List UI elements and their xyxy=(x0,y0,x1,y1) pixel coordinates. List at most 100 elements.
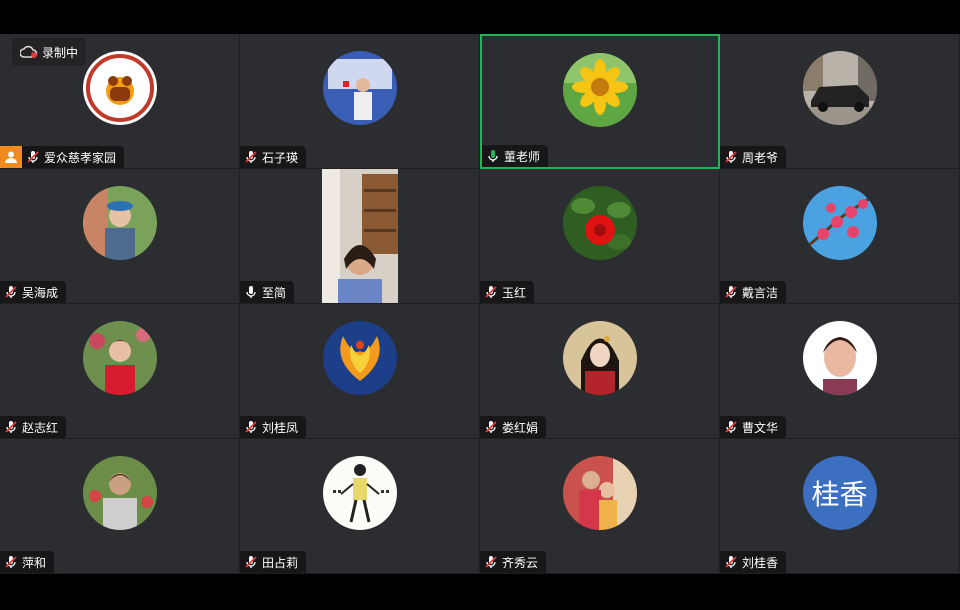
nameplate: 至简 xyxy=(240,281,295,303)
photo-presenter xyxy=(322,51,397,125)
avatar xyxy=(802,51,877,125)
participant-name: 吴海成 xyxy=(22,285,59,300)
mic-muted-icon xyxy=(5,286,17,298)
mic-muted-icon xyxy=(485,421,497,433)
participant-name: 齐秀云 xyxy=(502,555,539,570)
mic-muted-icon xyxy=(485,286,497,298)
mic-active-icon xyxy=(488,150,498,162)
person-icon xyxy=(5,151,17,163)
nameplate: 娄红娟 xyxy=(480,416,547,438)
participant-name: 周老爷 xyxy=(742,150,779,165)
participant-name: 田占莉 xyxy=(262,555,299,570)
photo-calligraphy-figure xyxy=(322,456,397,530)
participant-tile[interactable]: 田占莉 xyxy=(240,439,480,574)
mic-muted-icon xyxy=(725,556,737,568)
nameplate: 赵志红 xyxy=(0,416,67,438)
mic-icon xyxy=(246,286,256,298)
mic-muted-icon xyxy=(5,556,17,568)
participant-tile-video[interactable]: 至简 xyxy=(240,169,480,304)
cloud-record-icon xyxy=(20,45,38,58)
participant-tile[interactable]: 石子瑛 xyxy=(240,34,480,169)
nameplate: 曹文华 xyxy=(720,416,787,438)
photo-car xyxy=(802,51,877,125)
photo-grandma-child xyxy=(562,456,637,530)
photo-elderly-woman xyxy=(802,321,877,395)
mic-muted-icon xyxy=(725,151,737,163)
nameplate: 吴海成 xyxy=(0,281,67,303)
mic-muted-icon xyxy=(245,421,257,433)
participant-name: 娄红娟 xyxy=(502,420,539,435)
participant-tile[interactable]: 刘桂凤 xyxy=(240,304,480,439)
participant-tile[interactable]: 吴海成 xyxy=(0,169,240,304)
avatar xyxy=(562,321,637,395)
avatar xyxy=(562,186,637,260)
avatar xyxy=(82,51,157,125)
mic-muted-icon xyxy=(245,556,257,568)
mic-muted-icon xyxy=(725,286,737,298)
nameplate: 刘桂凤 xyxy=(240,416,307,438)
video-frame xyxy=(322,169,398,303)
participant-tile[interactable]: 周老爷 xyxy=(720,34,960,169)
participant-tile[interactable]: 曹文华 xyxy=(720,304,960,439)
avatar xyxy=(82,186,157,260)
participant-name: 曹文华 xyxy=(742,420,779,435)
mic-muted-icon xyxy=(27,151,39,163)
participant-name: 戴言洁 xyxy=(742,285,779,300)
participant-tile[interactable]: 戴言洁 xyxy=(720,169,960,304)
participant-tile[interactable]: 萍和 xyxy=(0,439,240,574)
photo-woman-red xyxy=(82,321,157,395)
photo-phoenix xyxy=(322,321,397,395)
nameplate: 齐秀云 xyxy=(480,551,547,573)
host-badge xyxy=(0,146,22,168)
photo-man-hat xyxy=(82,186,157,260)
participant-tile-speaking[interactable]: 董老师 xyxy=(480,34,720,169)
participant-tile[interactable]: 玉红 xyxy=(480,169,720,304)
nameplate: 萍和 xyxy=(0,551,55,573)
photo-woman-garden xyxy=(82,456,157,530)
participant-tile[interactable]: 娄红娟 xyxy=(480,304,720,439)
photo-blossom xyxy=(802,186,877,260)
logo-image xyxy=(82,51,157,125)
avatar xyxy=(802,321,877,395)
avatar xyxy=(322,456,397,530)
participant-name: 刘桂香 xyxy=(742,555,779,570)
recording-indicator[interactable]: 录制中 xyxy=(12,38,87,66)
avatar xyxy=(82,456,157,530)
nameplate: 周老爷 xyxy=(720,146,787,168)
participant-name: 爱众慈孝家园 xyxy=(44,150,117,165)
recording-label: 录制中 xyxy=(42,45,79,60)
avatar xyxy=(563,53,637,127)
mic-muted-icon xyxy=(245,151,257,163)
photo-sunflower xyxy=(563,53,637,127)
mic-muted-icon xyxy=(5,421,17,433)
participant-grid: 爱众慈孝家园 石子瑛 董老师 周老爷 吴海成 至简 玉红 戴言洁 赵志红 刘桂凤… xyxy=(0,34,960,574)
nameplate: 石子瑛 xyxy=(240,146,307,168)
avatar xyxy=(322,51,397,125)
participant-name: 刘桂凤 xyxy=(262,420,299,435)
participant-name: 赵志红 xyxy=(22,420,59,435)
participant-tile[interactable]: 桂香 刘桂香 xyxy=(720,439,960,574)
avatar xyxy=(322,321,397,395)
nameplate: 玉红 xyxy=(480,281,535,303)
avatar xyxy=(562,456,637,530)
participant-tile[interactable]: 齐秀云 xyxy=(480,439,720,574)
mic-muted-icon xyxy=(725,421,737,433)
photo-red-flower xyxy=(562,186,637,260)
text-avatar: 桂香 xyxy=(802,456,877,530)
participant-name: 石子瑛 xyxy=(262,150,299,165)
video-feed xyxy=(322,169,398,303)
nameplate: 爱众慈孝家园 xyxy=(22,146,125,168)
nameplate: 刘桂香 xyxy=(720,551,787,573)
photo-costume-lady xyxy=(562,321,637,395)
nameplate: 田占莉 xyxy=(240,551,307,573)
avatar xyxy=(82,321,157,395)
mic-muted-icon xyxy=(485,556,497,568)
participant-tile[interactable]: 赵志红 xyxy=(0,304,240,439)
participant-name: 萍和 xyxy=(22,555,47,570)
nameplate: 董老师 xyxy=(482,145,549,167)
participant-name: 董老师 xyxy=(504,149,541,164)
participant-name: 至简 xyxy=(262,285,287,300)
nameplate: 戴言洁 xyxy=(720,281,787,303)
avatar xyxy=(802,186,877,260)
participant-name: 玉红 xyxy=(502,285,527,300)
